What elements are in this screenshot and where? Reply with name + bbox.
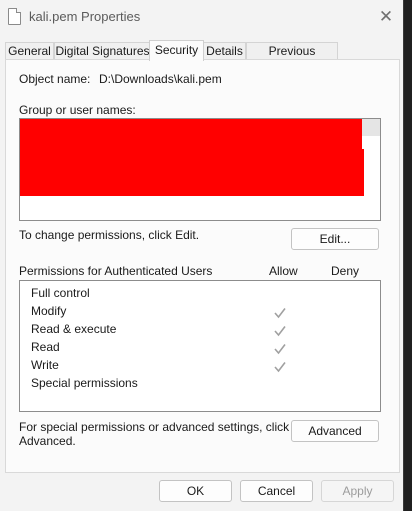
title-bar: kali.pem Properties ✕	[0, 0, 403, 34]
permission-read-execute: Read & execute	[31, 322, 117, 336]
allow-modify-check-icon	[274, 308, 286, 319]
special-permissions-text-line2: Advanced.	[19, 434, 76, 448]
tab-strip: General Digital Signatures Security Deta…	[5, 40, 400, 75]
file-icon	[8, 8, 21, 25]
permissions-list[interactable]: Full control Modify Read & execute Read …	[19, 280, 381, 412]
object-name-label: Object name:	[19, 72, 91, 86]
special-permissions-text-line1: For special permissions or advanced sett…	[19, 420, 290, 434]
tab-previous-versions[interactable]: Previous Versions	[246, 42, 338, 75]
group-user-list[interactable]	[19, 118, 381, 221]
group-user-names-label: Group or user names:	[19, 103, 136, 117]
edit-button[interactable]: Edit...	[291, 228, 379, 250]
properties-window: kali.pem Properties ✕ General Digital Si…	[0, 0, 404, 511]
tab-details[interactable]: Details	[203, 42, 246, 60]
tab-general[interactable]: General	[5, 42, 54, 60]
allow-read-execute-check-icon	[274, 326, 286, 337]
tab-digital-signatures[interactable]: Digital Signatures	[54, 42, 151, 60]
permission-special: Special permissions	[31, 376, 138, 390]
ok-button[interactable]: OK	[159, 480, 232, 502]
apply-button[interactable]: Apply	[321, 480, 394, 502]
deny-column-header: Deny	[331, 264, 360, 278]
permission-read: Read	[31, 340, 60, 354]
permission-full-control: Full control	[31, 286, 90, 300]
security-panel: Object name: D:\Downloads\kali.pem Group…	[5, 59, 400, 473]
permissions-header: Permissions for Authenticated Users	[19, 264, 213, 278]
cancel-button[interactable]: Cancel	[240, 480, 313, 502]
redaction-block	[20, 119, 362, 149]
window-title: kali.pem Properties	[29, 9, 141, 24]
object-name-value: D:\Downloads\kali.pem	[99, 72, 222, 86]
allow-write-check-icon	[274, 362, 286, 373]
change-permissions-text: To change permissions, click Edit.	[19, 228, 200, 242]
permission-modify: Modify	[31, 304, 67, 318]
tab-security[interactable]: Security	[149, 40, 204, 61]
advanced-button[interactable]: Advanced	[291, 420, 379, 442]
allow-read-check-icon	[274, 344, 286, 355]
allow-column-header: Allow	[269, 264, 298, 278]
redaction-block	[20, 149, 364, 196]
permission-write: Write	[31, 358, 59, 372]
close-icon[interactable]: ✕	[376, 7, 396, 27]
